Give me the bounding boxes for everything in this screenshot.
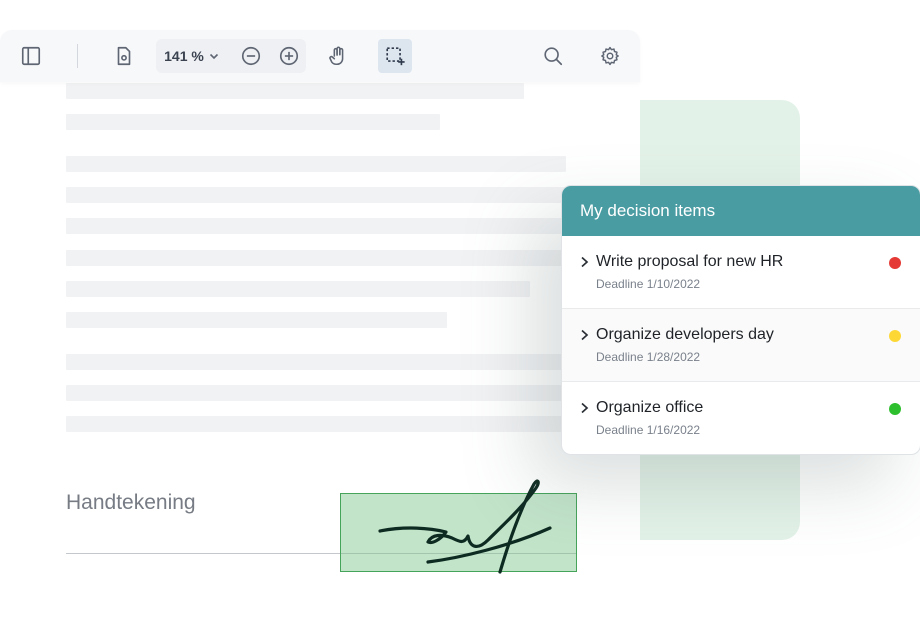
text-line — [66, 83, 524, 99]
status-dot — [889, 330, 901, 342]
area-select-tool-button[interactable] — [378, 39, 412, 73]
decision-item-deadline: Deadline 1/10/2022 — [596, 277, 701, 291]
decision-item-deadline: Deadline 1/16/2022 — [596, 423, 701, 437]
area-select-icon — [386, 47, 405, 66]
settings-button[interactable] — [593, 39, 627, 73]
decision-item-deadline: Deadline 1/28/2022 — [596, 350, 701, 364]
text-line — [66, 312, 447, 328]
gear-icon — [601, 46, 619, 66]
toolbar-divider — [77, 44, 78, 68]
viewer-toolbar: 141 % — [0, 30, 640, 82]
text-line — [66, 114, 440, 130]
chevron-right-icon — [581, 256, 589, 268]
text-line — [66, 385, 566, 401]
status-dot — [889, 403, 901, 415]
chevron-down-icon — [209, 53, 218, 60]
text-line — [66, 187, 566, 203]
decision-item[interactable]: Organize developers day Deadline 1/28/20… — [562, 309, 920, 382]
zoom-level-value: 141 % — [164, 48, 204, 64]
status-dot — [889, 257, 901, 269]
page-settings-icon — [117, 46, 131, 66]
panel-header: My decision items — [562, 186, 920, 236]
decision-items-list: Write proposal for new HR Deadline 1/10/… — [562, 236, 920, 454]
text-line — [66, 218, 566, 234]
text-line — [66, 354, 566, 370]
chevron-right-icon — [581, 329, 589, 341]
text-line — [66, 416, 566, 432]
zoom-level-select[interactable]: 141 % — [156, 39, 228, 73]
sidebar-toggle-button[interactable] — [14, 39, 48, 73]
zoom-control: 141 % — [156, 39, 306, 73]
search-button[interactable] — [536, 39, 570, 73]
page-settings-button[interactable] — [107, 39, 141, 73]
decision-item[interactable]: Organize office Deadline 1/16/2022 — [562, 382, 920, 454]
text-line — [66, 281, 530, 297]
chevron-right-icon — [581, 402, 589, 414]
zoom-out-icon — [241, 46, 261, 66]
text-line — [66, 156, 566, 172]
decision-items-panel: My decision items Write proposal for new… — [561, 185, 920, 455]
zoom-out-button[interactable] — [234, 39, 268, 73]
sidebar-toggle-icon — [21, 46, 41, 66]
zoom-in-button[interactable] — [272, 39, 306, 73]
handwritten-signature — [378, 479, 552, 574]
signature-label: Handtekening — [66, 491, 196, 514]
decision-item-title: Write proposal for new HR — [596, 253, 784, 270]
decision-item-title: Organize developers day — [596, 326, 774, 343]
decision-item[interactable]: Write proposal for new HR Deadline 1/10/… — [562, 236, 920, 309]
search-icon — [544, 47, 563, 66]
zoom-in-icon — [279, 46, 299, 66]
pan-tool-button[interactable] — [321, 39, 355, 73]
hand-icon — [329, 46, 344, 66]
decision-item-title: Organize office — [596, 399, 704, 416]
text-line — [66, 250, 566, 266]
